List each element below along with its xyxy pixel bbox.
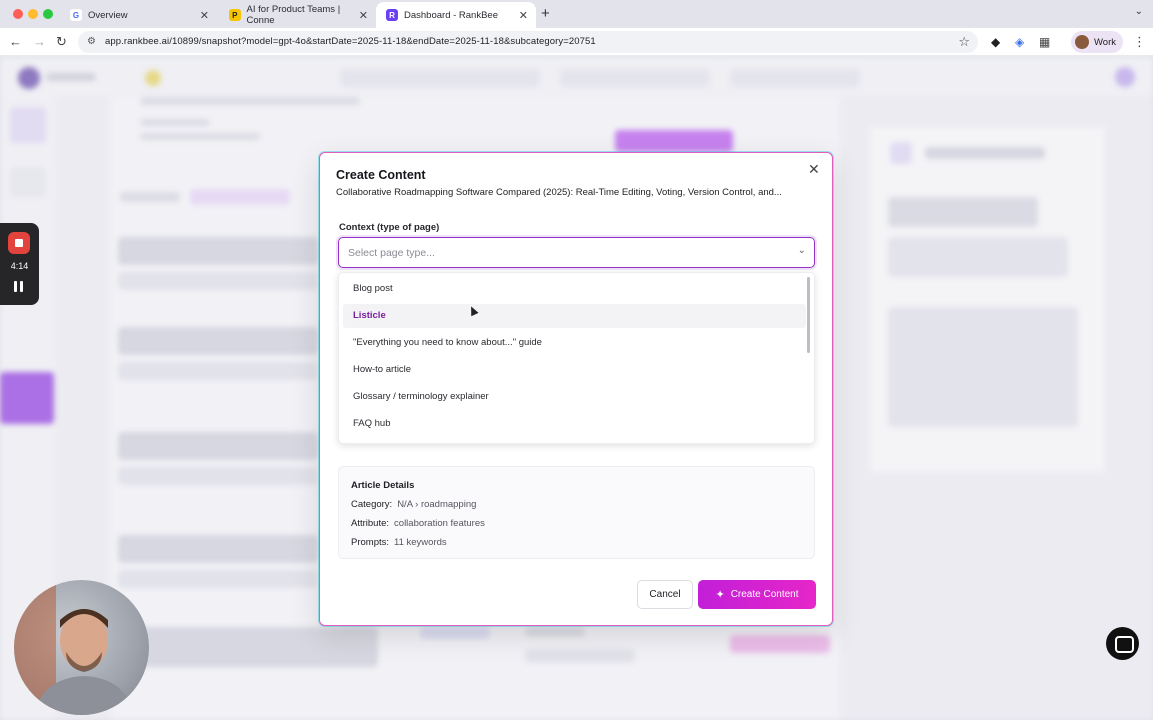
browser-menu-icon[interactable]: ⋮ xyxy=(1133,34,1146,50)
browser-tab-dashboard[interactable]: R Dashboard - RankBee ✕ xyxy=(376,2,536,28)
recording-time: 4:14 xyxy=(10,261,29,271)
profile-button[interactable]: Work xyxy=(1071,31,1123,53)
option-faq-hub[interactable]: FAQ hub xyxy=(343,412,806,436)
create-content-label: Create Content xyxy=(730,589,799,600)
close-icon[interactable]: ✕ xyxy=(359,9,368,22)
create-content-button[interactable]: ✦ Create Content xyxy=(698,580,816,609)
browser-tab-ai-product-teams[interactable]: P AI for Product Teams | Conne ✕ xyxy=(219,2,376,28)
bookmark-star-icon[interactable]: ☆ xyxy=(958,34,970,50)
prompts-row: Prompts: 11 keywords xyxy=(351,537,447,548)
category-row: Category: N/A › roadmapping xyxy=(351,499,476,510)
address-bar[interactable]: ⚙ app.rankbee.ai/10899/snapshot?model=gp… xyxy=(78,31,978,53)
page-type-select[interactable]: Select page type... ⌄ xyxy=(338,237,815,268)
article-details-panel: Article Details Category: N/A › roadmappi… xyxy=(338,466,815,559)
extension-icon[interactable]: ◆ xyxy=(991,35,1000,49)
browser-tab-overview[interactable]: G Overview ✕ xyxy=(60,2,217,28)
profile-label: Work xyxy=(1094,36,1116,48)
presenter-silhouette-icon xyxy=(14,580,134,715)
site-info-icon[interactable]: ⚙ xyxy=(87,36,96,47)
context-label: Context (type of page) xyxy=(339,222,440,233)
option-everything-guide[interactable]: "Everything you need to know about..." g… xyxy=(343,331,806,355)
webcam-video xyxy=(14,580,149,715)
create-content-modal: Create Content Collaborative Roadmapping… xyxy=(319,152,833,626)
new-tab-icon[interactable]: + xyxy=(541,5,550,22)
attribute-row: Attribute: collaboration features xyxy=(351,518,485,529)
option-blog-post[interactable]: Blog post xyxy=(343,277,806,301)
chat-launcher-icon[interactable] xyxy=(1106,627,1139,660)
window-zoom-button[interactable] xyxy=(43,9,53,19)
tab-title: Dashboard - RankBee xyxy=(404,9,498,21)
page-type-dropdown: Blog post Listicle "Everything you need … xyxy=(338,272,815,444)
extensions-puzzle-icon[interactable]: ▦ xyxy=(1039,35,1050,49)
overview-favicon-icon: G xyxy=(70,9,82,21)
rankbee-favicon-icon: R xyxy=(386,9,398,21)
article-details-heading: Article Details xyxy=(351,480,415,491)
dropdown-scrollbar[interactable] xyxy=(807,277,810,353)
extension-shield-icon[interactable]: ◈ xyxy=(1015,35,1024,49)
attribute-label: Attribute: xyxy=(351,518,390,529)
option-glossary-explainer[interactable]: Glossary / terminology explainer xyxy=(343,385,806,409)
category-value: N/A › roadmapping xyxy=(397,499,477,510)
option-how-to-article[interactable]: How-to article xyxy=(343,358,806,382)
reload-icon[interactable]: ↻ xyxy=(56,34,67,50)
stop-recording-icon[interactable] xyxy=(8,232,30,254)
tab-search-chevron-icon[interactable]: ⌄ xyxy=(1135,6,1143,17)
prompts-value: 11 keywords xyxy=(394,537,447,548)
prompts-label: Prompts: xyxy=(351,537,390,548)
close-icon[interactable]: ✕ xyxy=(200,9,209,22)
sparkle-icon: ✦ xyxy=(715,589,725,601)
url-text: app.rankbee.ai/10899/snapshot?model=gpt-… xyxy=(105,36,596,47)
product-favicon-icon: P xyxy=(229,9,241,21)
select-placeholder: Select page type... xyxy=(348,247,435,259)
avatar xyxy=(1075,35,1089,49)
modal-subtitle: Collaborative Roadmapping Software Compa… xyxy=(336,187,782,198)
tab-title: AI for Product Teams | Conne xyxy=(246,4,341,26)
window-close-button[interactable] xyxy=(13,9,23,19)
category-label: Category: xyxy=(351,499,393,510)
browser-tab-strip: G Overview ✕ P AI for Product Teams | Co… xyxy=(0,0,1153,28)
window-minimize-button[interactable] xyxy=(28,9,38,19)
attribute-value: collaboration features xyxy=(394,518,485,529)
browser-toolbar: ← → ↻ ⚙ app.rankbee.ai/10899/snapshot?mo… xyxy=(0,28,1153,56)
back-arrow-icon[interactable]: ← xyxy=(9,34,22,49)
pause-icon[interactable] xyxy=(14,281,25,294)
modal-title: Create Content xyxy=(336,168,426,182)
screen-recorder-widget: 4:14 xyxy=(0,223,39,305)
close-icon[interactable]: ✕ xyxy=(519,9,528,22)
close-icon[interactable]: ✕ xyxy=(808,161,820,178)
forward-arrow-icon[interactable]: → xyxy=(33,34,46,49)
option-listicle[interactable]: Listicle xyxy=(343,304,806,328)
cancel-button[interactable]: Cancel xyxy=(637,580,693,609)
chevron-down-icon: ⌄ xyxy=(797,245,806,256)
tab-title: Overview xyxy=(88,9,128,21)
